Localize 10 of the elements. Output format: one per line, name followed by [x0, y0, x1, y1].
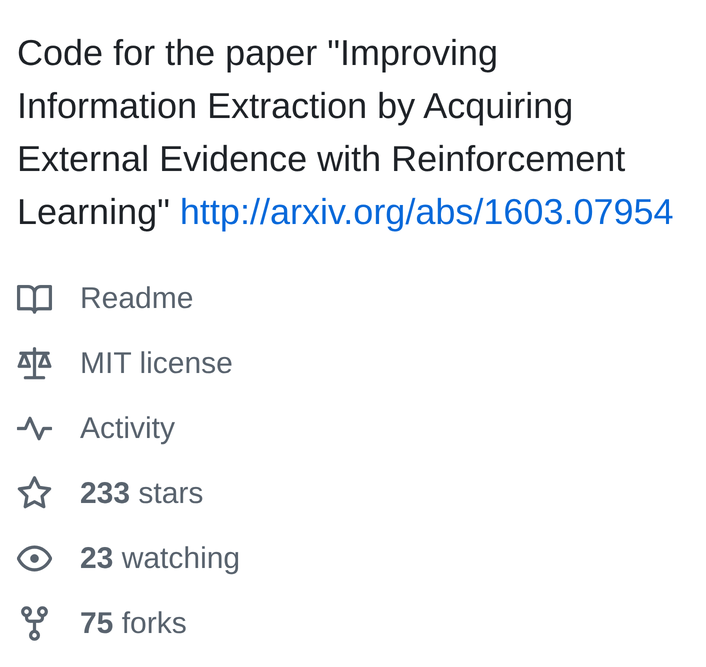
forks-link[interactable]: 75 forks: [17, 591, 187, 656]
scales-icon: [17, 346, 52, 381]
activity-link[interactable]: Activity: [17, 396, 176, 461]
license-link[interactable]: MIT license: [17, 331, 233, 396]
paper-link[interactable]: http://arxiv.org/abs/1603.07954: [180, 191, 674, 232]
watchers-link[interactable]: 23 watching: [17, 526, 240, 591]
description-text: Code for the paper "Improving Information Extraction by Acquiring External Evidence with Reinforcement Learning" http://arxiv.org/abs/1603.07954: [17, 31, 675, 234]
readme-link[interactable]: Readme: [17, 266, 194, 331]
stars-link[interactable]: 233 stars: [17, 461, 204, 526]
star-icon: [17, 476, 52, 511]
